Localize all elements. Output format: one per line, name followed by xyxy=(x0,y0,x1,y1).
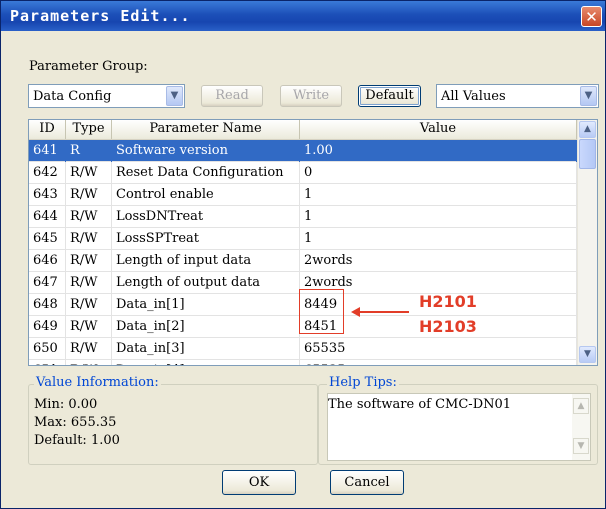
cell-value: 65535 xyxy=(300,338,577,360)
value-filter-value: All Values xyxy=(441,89,506,104)
annotation-highlight-box xyxy=(299,289,344,334)
chevron-up-icon: ▲ xyxy=(584,124,591,134)
table-row[interactable]: 650 R/W Data_in[3] 65535 xyxy=(29,338,577,360)
cell-name: Length of input data xyxy=(112,250,300,272)
column-header-value[interactable]: Value xyxy=(300,120,577,139)
cell-id: 644 xyxy=(29,206,66,228)
cell-name: Data_in[4] xyxy=(112,360,300,365)
cell-name: Reset Data Configuration xyxy=(112,162,300,184)
table-row[interactable]: 643 R/W Control enable 1 xyxy=(29,184,577,206)
annotation-h2101: H2101 xyxy=(419,292,477,311)
cell-name: Data_in[2] xyxy=(112,316,300,338)
cell-name: Data_in[3] xyxy=(112,338,300,360)
cell-type: R/W xyxy=(66,316,112,338)
help-tips-textarea[interactable]: The software of CMC-DN01 ▲ ▼ xyxy=(327,393,591,461)
cell-value: 1 xyxy=(300,184,577,206)
table-row[interactable]: 644 R/W LossDNTreat 1 xyxy=(29,206,577,228)
scroll-up-button[interactable]: ▲ xyxy=(579,121,596,138)
vertical-scrollbar[interactable]: ▲ ▼ xyxy=(577,120,597,365)
cell-type: R/W xyxy=(66,294,112,316)
default-button[interactable]: Default xyxy=(358,85,421,107)
cancel-button[interactable]: Cancel xyxy=(330,470,404,495)
cell-id: 651 xyxy=(29,360,66,365)
scroll-down-button[interactable]: ▼ xyxy=(579,346,596,363)
value-min: Min: 0.00 xyxy=(34,397,98,412)
table-header: ID Type Parameter Name Value xyxy=(29,120,577,140)
column-header-id[interactable]: ID xyxy=(29,120,66,139)
cell-name: Data_in[1] xyxy=(112,294,300,316)
annotation-arrowhead xyxy=(351,307,360,317)
cell-value: 1 xyxy=(300,206,577,228)
cell-type: R/W xyxy=(66,250,112,272)
cell-type: R/W xyxy=(66,272,112,294)
read-button[interactable]: Read xyxy=(201,85,263,107)
cell-name: LossSPTreat xyxy=(112,228,300,250)
cell-type: R/W xyxy=(66,338,112,360)
value-default: Default: 1.00 xyxy=(34,433,120,448)
write-button[interactable]: Write xyxy=(280,85,342,107)
parameter-group-label: Parameter Group: xyxy=(29,59,148,74)
cell-id: 646 xyxy=(29,250,66,272)
chevron-up-icon[interactable]: ▲ xyxy=(573,398,589,414)
cell-name: Control enable xyxy=(112,184,300,206)
column-header-type[interactable]: Type xyxy=(66,120,112,139)
cell-id: 647 xyxy=(29,272,66,294)
cell-value: 1 xyxy=(300,228,577,250)
cell-type: R/W xyxy=(66,162,112,184)
column-header-name[interactable]: Parameter Name xyxy=(112,120,300,139)
cell-type: R/W xyxy=(66,184,112,206)
title-bar[interactable]: Parameters Edit... ✕ xyxy=(1,1,605,31)
cell-id: 648 xyxy=(29,294,66,316)
help-tips-title: Help Tips: xyxy=(327,375,399,390)
cell-type: R/W xyxy=(66,206,112,228)
cell-value: 1.00 xyxy=(300,140,577,162)
cell-type: R xyxy=(66,140,112,162)
cell-id: 649 xyxy=(29,316,66,338)
parameter-group-value: Data Config xyxy=(33,89,112,104)
scroll-thumb[interactable] xyxy=(579,139,596,169)
cell-value: 2words xyxy=(300,250,577,272)
chevron-down-icon[interactable]: ▼ xyxy=(573,438,589,454)
parameters-edit-dialog: Parameters Edit... ✕ Parameter Group: Da… xyxy=(0,0,606,509)
cell-id: 643 xyxy=(29,184,66,206)
window-title: Parameters Edit... xyxy=(10,7,191,25)
table-row[interactable]: 641 R Software version 1.00 xyxy=(29,140,577,162)
help-tips-text: The software of CMC-DN01 xyxy=(328,397,512,412)
table-row[interactable]: 645 R/W LossSPTreat 1 xyxy=(29,228,577,250)
value-filter-select[interactable]: All Values ▼ xyxy=(436,84,599,108)
cell-id: 645 xyxy=(29,228,66,250)
parameter-group-select[interactable]: Data Config ▼ xyxy=(28,84,185,108)
table-row[interactable]: 651R/WData_in[4]65535 xyxy=(29,360,577,365)
cell-name: LossDNTreat xyxy=(112,206,300,228)
cell-type: R/W xyxy=(66,228,112,250)
cell-type: R/W xyxy=(66,360,112,365)
annotation-h2103: H2103 xyxy=(419,317,477,336)
table-row[interactable]: 642 R/W Reset Data Configuration 0 xyxy=(29,162,577,184)
cell-id: 650 xyxy=(29,338,66,360)
cell-name: Length of output data xyxy=(112,272,300,294)
cell-id: 641 xyxy=(29,140,66,162)
chevron-down-icon[interactable]: ▼ xyxy=(580,86,597,106)
chevron-down-icon[interactable]: ▼ xyxy=(166,86,183,106)
close-icon: ✕ xyxy=(585,8,598,26)
cell-value: 0 xyxy=(300,162,577,184)
cell-value: 65535 xyxy=(300,360,577,365)
annotation-arrow xyxy=(357,311,409,313)
cell-id: 642 xyxy=(29,162,66,184)
table-row[interactable]: 646 R/W Length of input data 2words xyxy=(29,250,577,272)
cell-name: Software version xyxy=(112,140,300,162)
help-scrollbar[interactable]: ▲ ▼ xyxy=(572,394,590,460)
chevron-down-icon: ▼ xyxy=(584,349,591,359)
value-max: Max: 655.35 xyxy=(34,415,117,430)
close-button[interactable]: ✕ xyxy=(581,6,602,27)
ok-button[interactable]: OK xyxy=(222,470,296,495)
value-information-title: Value Information: xyxy=(34,375,161,390)
